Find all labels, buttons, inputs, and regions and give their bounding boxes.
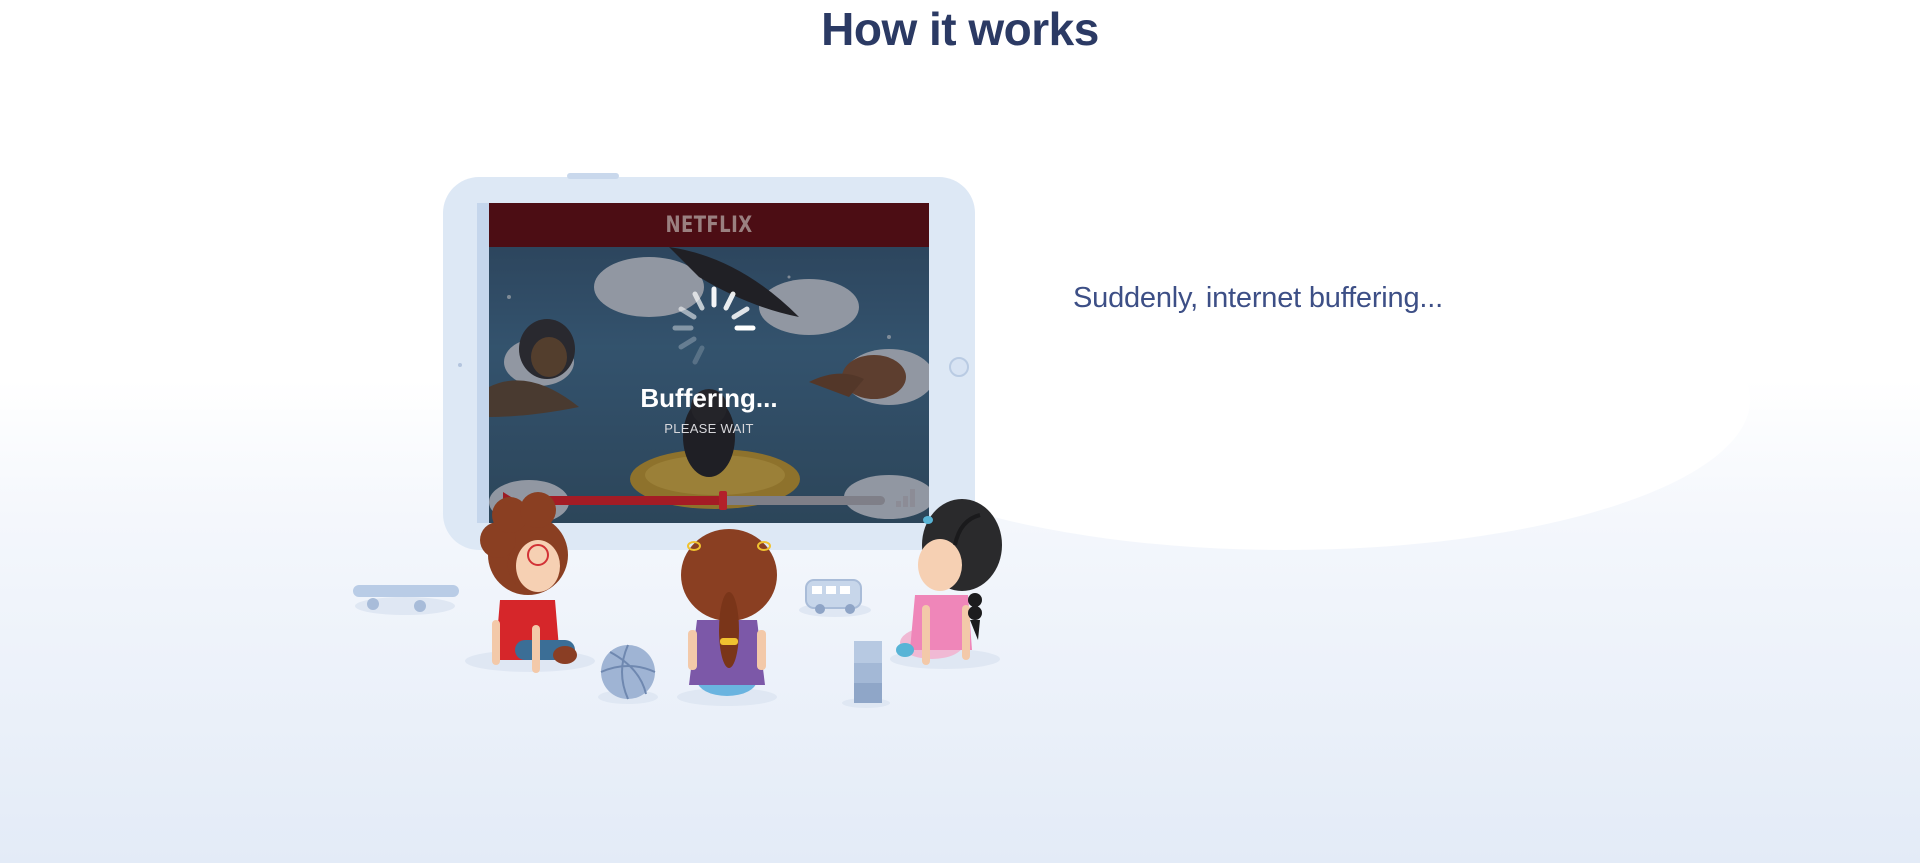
girl-illustration-right xyxy=(890,499,1002,669)
children-illustration xyxy=(465,492,1002,706)
boy-illustration xyxy=(465,492,595,673)
girl-illustration-middle xyxy=(677,529,777,706)
